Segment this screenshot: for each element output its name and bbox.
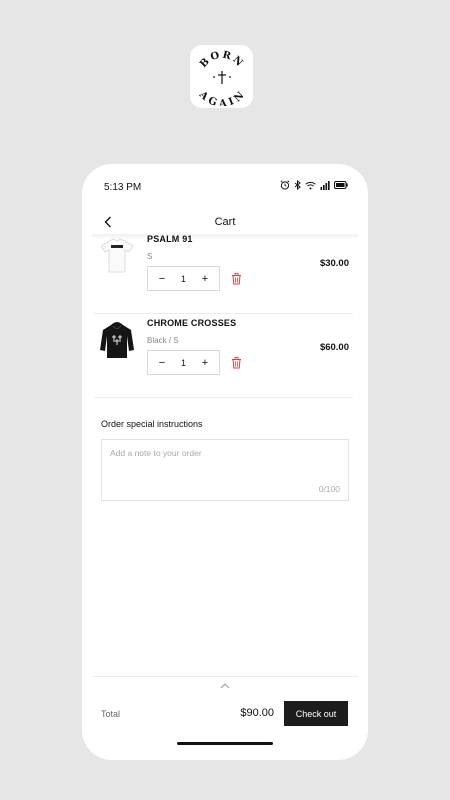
battery-icon: [334, 181, 348, 189]
product-price: $60.00: [319, 342, 349, 353]
alarm-icon: [280, 180, 290, 190]
decrease-quantity-button[interactable]: −: [156, 273, 168, 285]
note-character-counter: 0/100: [318, 484, 340, 494]
home-indicator: [177, 742, 273, 745]
status-icons: [280, 180, 348, 190]
trash-icon: [231, 272, 241, 284]
product-price: $30.00: [319, 258, 349, 269]
quantity-stepper: − 1 +: [147, 350, 220, 375]
product-variant: Black / S: [147, 336, 179, 345]
product-variant: S: [147, 252, 153, 261]
quantity-value: 1: [180, 357, 186, 368]
increase-quantity-button[interactable]: +: [199, 357, 211, 369]
footer-divider: [92, 676, 358, 677]
product-image-white-tshirt[interactable]: [98, 236, 136, 276]
checkout-button[interactable]: Check out: [284, 701, 348, 726]
phone-screen: 5:13 PM Cart PSALM 91 S − 1 + $30.00 CHR…: [82, 164, 368, 760]
decrease-quantity-button[interactable]: −: [156, 357, 168, 369]
bluetooth-icon: [294, 180, 301, 190]
order-note-input[interactable]: [102, 440, 348, 500]
app-logo: BORN AGAIN: [190, 45, 253, 108]
instructions-title: Order special instructions: [101, 419, 203, 429]
status-bar: 5:13 PM: [82, 164, 368, 208]
quantity-value: 1: [180, 273, 186, 284]
order-note-field: 0/100: [101, 439, 349, 501]
cart-footer: Total $90.00 Check out: [82, 676, 368, 760]
remove-item-button[interactable]: [230, 272, 242, 285]
total-value: $90.00: [240, 707, 274, 719]
born-again-logo: BORN AGAIN: [196, 49, 247, 105]
cart-item: PSALM 91 S − 1 + $30.00: [94, 230, 353, 314]
total-label: Total: [101, 709, 121, 719]
trash-icon: [231, 356, 241, 368]
status-time: 5:13 PM: [104, 182, 142, 193]
remove-item-button[interactable]: [230, 356, 242, 369]
product-name[interactable]: PSALM 91: [147, 234, 193, 244]
svg-text:AGAIN: AGAIN: [196, 88, 247, 105]
quantity-stepper: − 1 +: [147, 266, 220, 291]
increase-quantity-button[interactable]: +: [199, 273, 211, 285]
product-image-black-hoodie[interactable]: [98, 320, 136, 360]
product-name[interactable]: CHROME CROSSES: [147, 318, 236, 328]
wifi-icon: [305, 181, 316, 190]
svg-text:BORN: BORN: [198, 49, 246, 70]
page-title: Cart: [214, 216, 236, 228]
chevron-up-icon[interactable]: [220, 682, 230, 690]
signal-icon: [320, 180, 330, 190]
cart-item: CHROME CROSSES Black / S − 1 + $60.00: [94, 314, 353, 398]
cross-icon: [212, 70, 231, 84]
